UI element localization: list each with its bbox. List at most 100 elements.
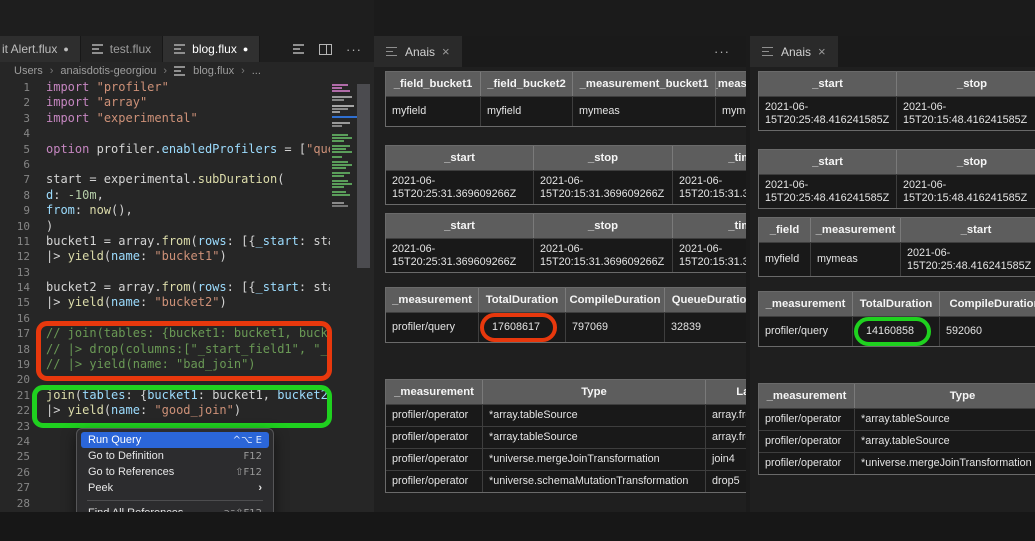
code-line[interactable]: 7 start = experimental.subDuration( [0,172,374,187]
code-line[interactable]: 15 |> yield(name: "bucket2") [0,295,374,310]
table-cell: *array.tableSource [855,430,1035,452]
code-token: : [{ [226,233,256,248]
code-token: name [111,295,140,310]
tab-it-alert-flux[interactable]: it Alert.flux ● [0,36,81,62]
tab-anais-middle[interactable]: Anais × [374,36,462,67]
column-header: _measurement_bucket1 [573,72,716,96]
table-cell: *universe.mergeJoinTransformation [855,452,1035,474]
result-table: _measurement TotalDuration CompileDuration… [758,291,1035,347]
code-token: yield [67,403,104,418]
breadcrumb-item-file[interactable]: blog.flux [193,65,234,77]
code-line[interactable]: 8 d: -10m, [0,188,374,203]
code-line[interactable]: 4 [0,126,374,141]
result-table: _measurement TotalDuration CompileDuration… [385,287,746,343]
open-changes-icon[interactable] [293,44,305,54]
editor-scrollbar[interactable] [357,84,370,268]
menu-item-shortcut: ⇧F12 [235,466,262,478]
minimap-line [332,205,348,207]
table-cell: array.from [706,404,746,426]
code-text: import "array" [46,95,147,110]
split-editor-icon[interactable] [319,43,332,55]
code-token: (), [111,203,133,218]
minimap-line [332,164,352,166]
tab-test-flux[interactable]: test.flux [80,36,164,62]
code-line[interactable]: 5 option profiler.enabledProfilers = ["qu… [0,142,374,157]
code-token: ( [103,403,112,418]
code-line[interactable]: 13 [0,265,374,280]
line-number: 3 [23,111,30,125]
code-token: bucket1 [147,387,198,402]
menu-item-go-to-definition[interactable]: Go to Definition F12 [81,448,269,464]
code-token: : [53,187,68,202]
code-token: : [{ [226,280,256,295]
code-line[interactable]: 22 |> yield(name: "good_join") [0,403,374,418]
table-cell: mymeas [573,96,716,126]
breadcrumb-item-users[interactable]: Users [14,65,43,77]
code-line[interactable]: 16 [0,311,374,326]
column-header: _start [759,150,897,174]
minimap-line [332,122,350,124]
code-line[interactable]: 18 // |> drop(columns:["_start_field1", "… [0,342,374,357]
close-icon[interactable]: × [442,44,450,59]
table-header-row: _measurement TotalDuration CompileDuration… [386,288,746,312]
menu-item-peek[interactable]: Peek › [81,480,269,496]
breadcrumb-item-user-folder[interactable]: anaisdotis-georgiou [60,65,156,77]
code-text: import "profiler" [46,80,169,95]
code-line[interactable]: 14 bucket2 = array.from(rows: [{_start: s… [0,280,374,295]
code-token: ( [190,233,198,248]
code-line[interactable]: 21 join(tables: {bucket1: bucket1, bucket… [0,388,374,403]
panel-tab-bar: Anais × ··· [374,36,746,67]
table-header-row: _start_stop_time [386,214,746,238]
code-token: yield [67,295,104,310]
table-header-row: _start _stop [759,150,1035,174]
menu-item-run-query[interactable]: Run Query ^⌥ E [81,432,269,448]
code-line[interactable]: 9 from: now(), [0,203,374,218]
code-line[interactable]: 10) [0,219,374,234]
line-number: 4 [23,127,30,141]
result-table: _measurementTypeLabelprofiler/operator*a… [385,379,746,493]
tab-label: test.flux [109,42,152,56]
code-line[interactable]: 19 // |> yield(name: "bad_join") [0,357,374,372]
code-line[interactable]: 17 // join(tables: {bucket1: bucket1, buc… [0,326,374,341]
table-header-row: _measurement TotalDuration CompileDuration [759,292,1035,316]
minimap-line [332,191,346,193]
minimap-line [332,125,342,127]
code-text: from: now(), [46,203,133,218]
minimap[interactable] [332,82,358,258]
menu-item-go-to-references[interactable]: Go to References ⇧F12 [81,464,269,480]
code-token: enabledProfilers [161,141,278,156]
close-icon[interactable]: × [818,44,826,59]
table-cell: 2021-06-15T20:25:48.416241585Z [759,96,897,130]
code-line[interactable]: 12 |> yield(name: "bucket1") [0,249,374,264]
code-token: join [46,387,75,402]
code-line[interactable]: 6 [0,157,374,172]
editor-tab-bar: it Alert.flux ● test.flux blog.flux ● ··… [0,36,374,62]
code-text: bucket2 = array.from(rows: [{_start: sta… [46,280,357,295]
tab-anais-right[interactable]: Anais × [750,36,838,67]
table-row: profiler/operator *universe.schemaMutatio… [386,470,746,492]
line-number: 20 [16,373,30,387]
code-line[interactable]: 11 bucket1 = array.from(rows: [{_start: s… [0,234,374,249]
code-line[interactable]: 2 import "array" [0,95,374,110]
line-number: 1 [23,81,30,94]
column-header: _measurement [386,288,479,312]
result-table: _field _measurement _start myfield mymeas 202… [758,217,1035,277]
more-actions-icon[interactable]: ··· [346,42,362,57]
column-header: _start [386,146,534,170]
flux-file-icon [386,46,398,57]
tab-blog-flux[interactable]: blog.flux ● [163,36,261,62]
breadcrumb-item-symbol[interactable]: ... [252,65,261,77]
column-header: _stop [534,214,673,238]
line-number: 27 [16,481,30,495]
code-line[interactable]: 1 import "profiler" [0,80,374,95]
flux-file-icon [174,66,186,76]
code-line[interactable]: 3 import "experimental" [0,111,374,126]
minimap-line [332,140,344,142]
column-header: _measurement [386,380,483,404]
code-line[interactable]: 20 [0,372,374,387]
menu-item-shortcut: ^⌥ E [232,434,262,446]
code-token: ( [103,249,112,264]
more-actions-icon[interactable]: ··· [714,44,746,59]
